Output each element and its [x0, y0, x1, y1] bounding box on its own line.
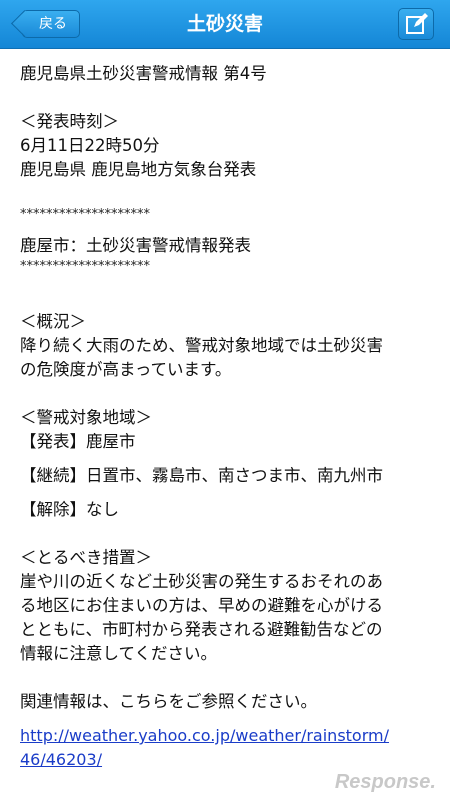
- overview-text-1: 降り続く大雨のため、警戒対象地域では土砂災害: [20, 336, 383, 355]
- divider-stars-top: ********************: [20, 207, 150, 222]
- nav-bar: 土砂災害 戻る: [0, 0, 450, 49]
- watermark-logo: Response.: [334, 771, 436, 793]
- announce-source: 鹿児島県 鹿児島地方気象台発表: [20, 160, 257, 179]
- back-button[interactable]: 戻る: [22, 10, 80, 38]
- measures-text-1: 崖や川の近くなど土砂災害の発生するおそれのあ: [20, 572, 383, 591]
- overview-header: ＜概況＞: [20, 312, 86, 331]
- announce-time: 6月11日22時50分: [20, 136, 160, 155]
- area-continue-value: 日置市、霧島市、南さつま市、南九州市: [86, 466, 383, 485]
- alert-content: 鹿児島県土砂災害警戒情報 第4号 ＜発表時刻＞ 6月11日22時50分 鹿児島県…: [20, 62, 440, 772]
- related-link-line-1[interactable]: http://weather.yahoo.co.jp/weather/rains…: [20, 726, 389, 745]
- area-continue: 【継続】日置市、霧島市、南さつま市、南九州市: [20, 464, 440, 488]
- area-cancel-label: 【解除】: [20, 500, 86, 519]
- measures-text-3: とともに、市町村から発表される避難勧告などの: [20, 620, 383, 639]
- announce-header: ＜発表時刻＞: [20, 112, 119, 131]
- compose-icon: [406, 13, 428, 34]
- back-button-label: 戻る: [39, 16, 67, 32]
- area-cancel-value: なし: [86, 500, 119, 519]
- area-issue: 【発表】鹿屋市: [20, 430, 440, 454]
- measures-text-4: 情報に注意してください。: [20, 644, 218, 663]
- areas-header: ＜警戒対象地域＞: [20, 408, 152, 427]
- area-cancel: 【解除】なし: [20, 498, 440, 522]
- related-info-text: 関連情報は、こちらをご参照ください。: [20, 692, 317, 711]
- divider-stars-bottom: ********************: [20, 259, 150, 274]
- area-issue-value: 鹿屋市: [86, 432, 136, 451]
- related-link-line-2[interactable]: 46/46203/: [20, 750, 102, 769]
- city-alert-line: 鹿屋市：土砂災害警戒情報発表: [20, 236, 251, 255]
- overview-text-2: の危険度が高まっています。: [20, 360, 232, 379]
- area-issue-label: 【発表】: [20, 432, 86, 451]
- measures-text-2: る地区にお住まいの方は、早めの避難を心がける: [20, 596, 383, 615]
- compose-button[interactable]: [398, 8, 434, 40]
- area-continue-label: 【継続】: [20, 466, 86, 485]
- alert-heading: 鹿児島県土砂災害警戒情報 第4号: [20, 64, 267, 83]
- measures-header: ＜とるべき措置＞: [20, 548, 152, 567]
